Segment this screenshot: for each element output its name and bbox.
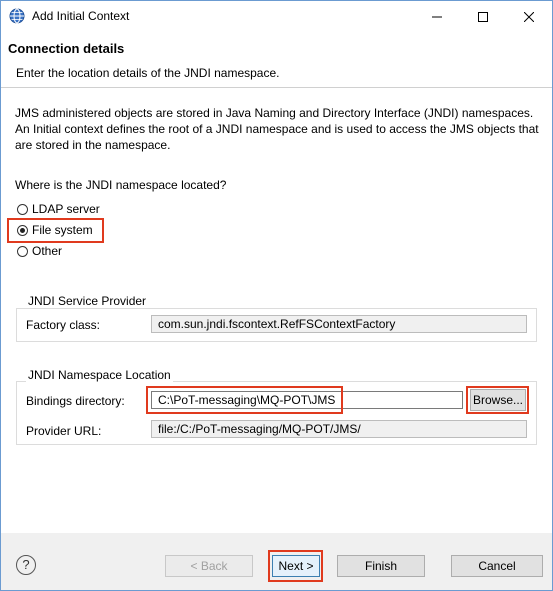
minimize-icon (432, 16, 442, 18)
help-button[interactable]: ? (16, 555, 36, 575)
radio-button[interactable] (17, 203, 28, 215)
location-question: Where is the JNDI namespace located? (15, 178, 227, 192)
wizard-header: Connection details Enter the location de… (1, 31, 552, 88)
title-bar[interactable]: Add Initial Context (1, 1, 552, 31)
wizard-content: JMS administered objects are stored in J… (1, 88, 552, 533)
provider-url-label: Provider URL: (26, 424, 102, 438)
minimize-button[interactable] (414, 1, 460, 31)
page-description: Enter the location details of the JNDI n… (16, 66, 280, 80)
maximize-button[interactable] (460, 1, 506, 31)
browse-button-highlight (466, 386, 529, 414)
dialog-window: Add Initial Context Connection details E… (0, 0, 553, 591)
radio-button[interactable] (17, 245, 28, 257)
service-provider-title: JNDI Service Provider (26, 294, 149, 308)
window-title: Add Initial Context (32, 9, 130, 23)
intro-text: JMS administered objects are stored in J… (15, 106, 539, 152)
finish-button[interactable]: Finish (337, 555, 425, 577)
cancel-button[interactable]: Cancel (451, 555, 543, 577)
close-button[interactable] (506, 1, 552, 31)
radio-ldap-server[interactable]: LDAP server (17, 200, 100, 218)
close-icon (523, 11, 535, 23)
radio-other[interactable]: Other (17, 242, 62, 260)
namespace-location-title: JNDI Namespace Location (26, 368, 173, 382)
back-button[interactable]: < Back (165, 555, 253, 577)
help-icon: ? (22, 557, 30, 572)
page-title: Connection details (8, 41, 125, 56)
bindings-directory-label: Bindings directory: (26, 394, 125, 408)
globe-icon (9, 8, 25, 24)
factory-class-label: Factory class: (26, 318, 101, 332)
bindings-directory-highlight (146, 386, 343, 414)
maximize-icon (478, 12, 488, 23)
factory-class-field: com.sun.jndi.fscontext.RefFSContextFacto… (151, 315, 527, 333)
file-system-highlight (7, 218, 104, 243)
radio-label: Other (32, 244, 63, 258)
next-button-highlight (268, 550, 323, 582)
provider-url-field: file:/C:/PoT-messaging/MQ-POT/JMS/ (151, 420, 527, 438)
radio-label: LDAP server (32, 202, 100, 216)
